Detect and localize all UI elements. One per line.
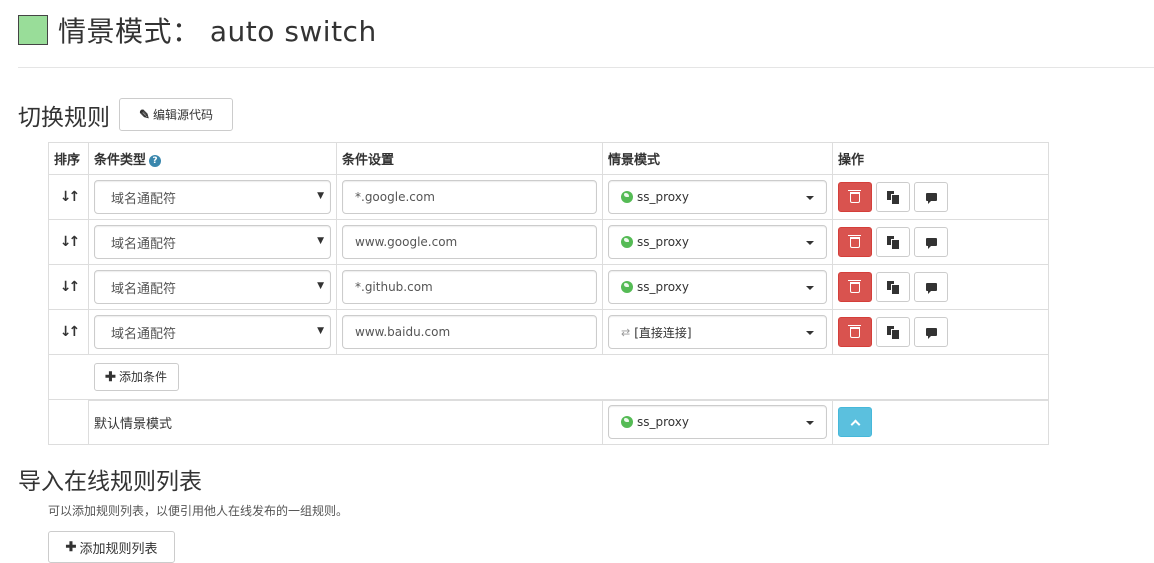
condition-type-select[interactable]: 域名通配符 ▼ — [94, 225, 331, 259]
condition-type-select[interactable]: 域名通配符 ▼ — [94, 180, 331, 214]
delete-rule-button[interactable] — [838, 227, 872, 257]
transfer-icon: ⇄ — [621, 325, 631, 339]
comment-icon — [925, 283, 937, 294]
profile-value: ss_proxy — [637, 280, 689, 294]
trash-icon — [848, 189, 861, 203]
condition-type-select[interactable]: 域名通配符 ▼ — [94, 315, 331, 349]
profile-select[interactable]: ss_proxy — [608, 225, 827, 259]
plus-icon: ✚ — [65, 539, 77, 554]
delete-rule-button[interactable] — [838, 182, 872, 212]
table-header-row: 排序 条件类型? 条件设置 情景模式 操作 — [48, 142, 1049, 175]
switch-rules-table: 排序 条件类型? 条件设置 情景模式 操作 ↓↑ 域名通配符 ▼ *.google… — [48, 142, 1049, 445]
column-header-actions: 操作 — [832, 142, 1049, 175]
clone-rule-button[interactable] — [876, 317, 910, 347]
copy-icon — [887, 191, 899, 204]
sort-handle-icon[interactable]: ↓↑ — [54, 324, 83, 340]
note-rule-button[interactable] — [914, 182, 948, 212]
condition-type-value: 域名通配符 — [111, 326, 177, 342]
globe-icon — [621, 416, 633, 429]
table-row: ↓↑ 域名通配符 ▼ *.github.com ss_proxy — [48, 264, 1049, 310]
profile-value: ss_proxy — [637, 235, 689, 249]
import-rules-heading: 导入在线规则列表 — [18, 469, 202, 495]
globe-icon — [621, 236, 633, 248]
trash-icon — [848, 279, 861, 293]
sort-handle-icon[interactable]: ↓↑ — [54, 234, 83, 250]
add-condition-button[interactable]: ✚ 添加条件 — [93, 362, 179, 391]
profile-select[interactable]: ss_proxy — [608, 270, 827, 304]
edit-source-label: 编辑源代码 — [152, 108, 213, 122]
table-row: ↓↑ 域名通配符 ▼ www.baidu.com ⇄ [直接连接] — [48, 309, 1049, 355]
column-header-condition-type: 条件类型? — [88, 142, 337, 175]
switch-rules-heading: 切换规则 — [18, 105, 110, 131]
default-profile-label: 默认情景模式 — [88, 399, 603, 445]
profile-select[interactable]: ⇄ [直接连接] — [608, 315, 827, 349]
default-profile-select[interactable]: ss_proxy — [608, 405, 827, 440]
help-icon[interactable]: ? — [149, 155, 162, 167]
column-header-profile: 情景模式 — [602, 142, 833, 175]
page-title: 情景模式： auto switch — [58, 15, 377, 48]
note-rule-button[interactable] — [914, 317, 948, 347]
profile-value: ss_proxy — [637, 190, 689, 204]
profile-color-swatch[interactable] — [18, 15, 48, 45]
condition-type-select[interactable]: 域名通配符 ▼ — [94, 270, 331, 304]
comment-icon — [925, 238, 937, 249]
caret-down-icon: ▼ — [317, 281, 324, 291]
caret-down-icon: ▼ — [317, 236, 324, 246]
comment-icon — [925, 193, 937, 204]
caret-down-icon — [806, 196, 814, 200]
default-profile-value: ss_proxy — [637, 415, 689, 430]
add-rule-list-label: 添加规则列表 — [79, 540, 158, 556]
copy-icon — [887, 326, 899, 339]
chevron-up-icon — [850, 419, 860, 430]
default-profile-row: 默认情景模式 ss_proxy — [48, 399, 1049, 445]
condition-setting-input[interactable]: *.google.com — [342, 180, 597, 214]
edit-source-button[interactable]: ✎ 编辑源代码 — [119, 98, 233, 131]
copy-icon — [887, 236, 899, 249]
condition-setting-input[interactable]: www.baidu.com — [342, 315, 597, 349]
trash-icon — [848, 324, 861, 338]
copy-icon — [887, 281, 899, 294]
clone-rule-button[interactable] — [876, 227, 910, 257]
table-row: ↓↑ 域名通配符 ▼ *.google.com ss_proxy — [48, 174, 1049, 220]
condition-setting-input[interactable]: *.github.com — [342, 270, 597, 304]
add-rule-list-button[interactable]: ✚ 添加规则列表 — [48, 531, 175, 563]
page-header: 情景模式： auto switch — [18, 10, 377, 50]
comment-icon — [925, 328, 937, 339]
profile-select[interactable]: ss_proxy — [608, 180, 827, 214]
caret-down-icon — [806, 241, 814, 245]
caret-down-icon: ▼ — [317, 191, 324, 201]
add-condition-label: 添加条件 — [118, 370, 167, 385]
sort-handle-icon[interactable]: ↓↑ — [54, 279, 83, 295]
column-header-condition-setting: 条件设置 — [336, 142, 603, 175]
condition-setting-input[interactable]: www.google.com — [342, 225, 597, 259]
caret-down-icon — [806, 331, 814, 335]
globe-icon — [621, 281, 633, 293]
column-header-sort: 排序 — [48, 142, 89, 175]
caret-down-icon — [806, 286, 814, 290]
note-rule-button[interactable] — [914, 227, 948, 257]
table-row: ↓↑ 域名通配符 ▼ www.google.com ss_proxy — [48, 219, 1049, 265]
condition-type-value: 域名通配符 — [111, 236, 177, 252]
caret-down-icon — [806, 421, 814, 426]
clone-rule-button[interactable] — [876, 182, 910, 212]
collapse-up-button[interactable] — [838, 407, 872, 438]
delete-rule-button[interactable] — [838, 317, 872, 347]
clone-rule-button[interactable] — [876, 272, 910, 302]
trash-icon — [848, 234, 861, 248]
delete-rule-button[interactable] — [838, 272, 872, 302]
globe-icon — [621, 191, 633, 203]
header-divider — [18, 67, 1154, 68]
edit-icon: ✎ — [139, 106, 150, 122]
note-rule-button[interactable] — [914, 272, 948, 302]
condition-type-value: 域名通配符 — [111, 191, 177, 207]
column-header-condition-type-label: 条件类型 — [94, 153, 147, 168]
condition-type-value: 域名通配符 — [111, 281, 177, 297]
profile-value: [直接连接] — [634, 325, 692, 340]
plus-icon: ✚ — [105, 368, 116, 384]
sort-handle-icon[interactable]: ↓↑ — [54, 189, 83, 205]
caret-down-icon: ▼ — [317, 326, 324, 336]
import-rules-description: 可以添加规则列表，以便引用他人在线发布的一组规则。 — [48, 504, 349, 518]
add-condition-row: ✚ 添加条件 — [48, 354, 1049, 401]
